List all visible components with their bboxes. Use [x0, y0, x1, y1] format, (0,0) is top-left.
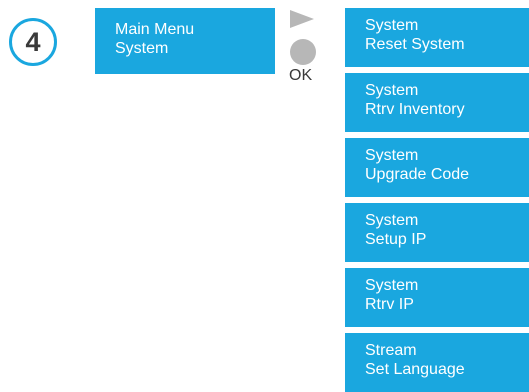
- option-line1: System: [365, 147, 419, 164]
- option-line1: Stream: [365, 342, 417, 359]
- option-line1: System: [365, 17, 419, 34]
- option-line1: System: [365, 82, 419, 99]
- option-line2: Set Language: [365, 361, 465, 378]
- option-line1: System: [365, 212, 419, 229]
- current-menu-line2: System: [115, 40, 169, 57]
- current-menu-display: Main Menu System: [95, 8, 275, 74]
- option-line2: Reset System: [365, 36, 465, 53]
- option-line2: Upgrade Code: [365, 166, 470, 183]
- option-line1: System: [365, 277, 419, 294]
- ok-button[interactable]: [290, 39, 316, 65]
- menu-option-reset-system[interactable]: System Reset System: [345, 8, 529, 67]
- step-number-badge: 4: [9, 18, 57, 66]
- step-number: 4: [25, 27, 41, 57]
- ok-label: OK: [289, 67, 313, 84]
- menu-option-rtrv-inventory[interactable]: System Rtrv Inventory: [345, 73, 529, 132]
- option-line2: Rtrv IP: [365, 296, 414, 313]
- menu-option-upgrade-code[interactable]: System Upgrade Code: [345, 138, 529, 197]
- option-line2: Rtrv Inventory: [365, 101, 465, 118]
- play-icon[interactable]: [290, 10, 314, 28]
- current-menu-line1: Main Menu: [115, 21, 195, 38]
- menu-option-setup-ip[interactable]: System Setup IP: [345, 203, 529, 262]
- option-line2: Setup IP: [365, 231, 427, 248]
- menu-option-rtrv-ip[interactable]: System Rtrv IP: [345, 268, 529, 327]
- menu-option-set-language[interactable]: Stream Set Language: [345, 333, 529, 392]
